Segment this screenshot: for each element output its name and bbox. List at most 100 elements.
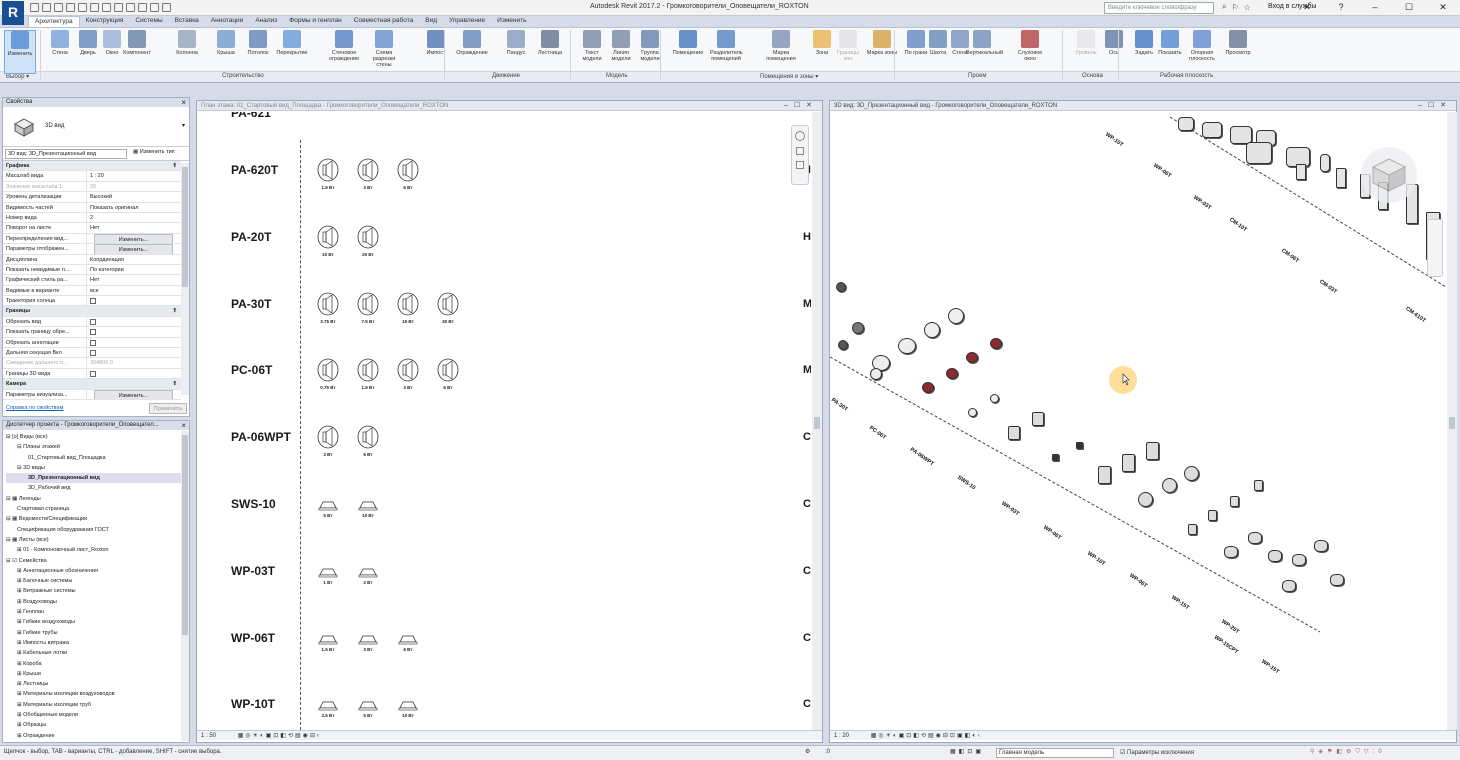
ribbon-button-27[interactable]: Вертикальный <box>966 30 1003 56</box>
horn-speaker[interactable] <box>1330 574 1344 586</box>
property-value[interactable] <box>87 338 181 347</box>
browser-item[interactable]: ⊞ Гибкие воздуховоды <box>6 617 189 627</box>
browser-item[interactable]: ⊞ Ограждение <box>6 731 189 741</box>
property-value[interactable]: Нет <box>87 275 181 284</box>
property-value[interactable]: Высокий <box>87 192 181 201</box>
model-selector[interactable]: Главная модель <box>996 748 1114 758</box>
plan-scale[interactable]: 1 : 50 <box>201 733 216 739</box>
view-control-icons[interactable]: ▦◎☀◐▣⊡◧⟲▤◉⊟‹ <box>238 733 321 739</box>
ribbon-button-34[interactable]: Просмотр <box>1222 30 1254 56</box>
help-icon[interactable]: ? <box>1324 0 1358 14</box>
collapse-icon[interactable]: ⇑ <box>172 379 181 388</box>
property-value[interactable]: Нет <box>87 223 181 232</box>
maximize-button[interactable]: ☐ <box>1392 0 1426 14</box>
ribbon-button-22[interactable]: Границы зон <box>832 30 864 62</box>
speaker-symbol[interactable] <box>357 158 379 182</box>
property-value[interactable] <box>87 296 181 305</box>
ceiling-speaker[interactable] <box>924 322 940 338</box>
box-speaker[interactable] <box>1098 466 1111 484</box>
small-box-speaker[interactable] <box>1254 480 1263 491</box>
column-speaker[interactable] <box>1336 168 1346 188</box>
round-wall-speaker[interactable] <box>1184 466 1199 481</box>
column-speaker[interactable] <box>1178 117 1194 131</box>
thin-lines-icon[interactable] <box>150 3 159 12</box>
property-value[interactable]: Изменить... <box>87 233 181 244</box>
browser-item[interactable]: ⊟ ☑ Семейства <box>6 556 189 566</box>
small-box-speaker[interactable] <box>1230 496 1239 507</box>
tab-0[interactable]: Архитектура <box>28 16 80 27</box>
column-speaker[interactable] <box>1202 122 1222 138</box>
sws-speaker[interactable] <box>1052 454 1059 461</box>
browser-item[interactable]: ⊟ [o] Виды (все) <box>6 432 189 442</box>
ceiling-speaker[interactable] <box>852 322 864 334</box>
ribbon-button-19[interactable]: Разделитель помещений <box>710 30 743 62</box>
browser-item[interactable]: 3D_Презентационный вид <box>6 473 189 484</box>
wall-speaker[interactable] <box>1032 412 1044 426</box>
browser-item[interactable]: ⊞ Кабельные лотки <box>6 648 189 658</box>
property-value[interactable]: Координация <box>87 255 181 264</box>
horn-speaker[interactable] <box>1224 546 1238 558</box>
section-icon[interactable] <box>138 3 147 12</box>
open-icon[interactable] <box>30 3 39 12</box>
view-control-icons[interactable]: ▦◎☀◐▣⊡◧⟲▤◉⊟⊡▣◧◐‹ <box>871 733 982 739</box>
speaker-symbol[interactable] <box>357 634 379 658</box>
speaker-symbol[interactable] <box>357 500 379 524</box>
collapse-icon[interactable]: ⇑ <box>172 306 181 315</box>
3d-view-icon[interactable] <box>126 3 135 12</box>
speaker-symbol[interactable] <box>317 292 339 316</box>
close-button[interactable]: ✕ <box>1426 0 1460 14</box>
close-icon[interactable]: × <box>181 421 186 430</box>
speaker-symbol[interactable] <box>317 567 339 591</box>
undo-icon[interactable] <box>66 3 75 12</box>
speaker-symbol[interactable] <box>317 158 339 182</box>
selection-filter-icons[interactable]: ⚲◈⚑◧⚙⛉▽:0 <box>1310 748 1386 756</box>
round-wall-speaker[interactable] <box>1162 478 1177 493</box>
zoom-region-icon[interactable] <box>796 161 804 169</box>
small-speaker[interactable] <box>990 394 999 403</box>
property-value[interactable] <box>87 317 181 326</box>
star-icon[interactable]: ☆ <box>1244 3 1251 12</box>
red-horn-speaker[interactable] <box>966 352 978 363</box>
ribbon-button-18[interactable]: Помещение <box>672 30 704 56</box>
ribbon-button-15[interactable]: Текст модели <box>576 30 608 62</box>
column-speaker[interactable] <box>1320 154 1330 172</box>
browser-item[interactable]: ⊟ 3D виды <box>6 463 189 473</box>
property-value[interactable]: Изменить... <box>87 244 181 254</box>
browser-item[interactable]: ⊞ Генплан <box>6 607 189 617</box>
property-value[interactable]: По категории <box>87 265 181 274</box>
type-selector[interactable]: 3D вид ▾ <box>3 107 189 147</box>
property-value[interactable]: Показать оригинал <box>87 203 181 212</box>
browser-item[interactable]: ⊟ ▦ Легенды <box>6 494 189 504</box>
ribbon-button-9[interactable]: Стеновое ограждение <box>328 30 360 62</box>
ribbon-button-32[interactable]: Показать <box>1154 30 1186 56</box>
browser-item[interactable]: ⊞ Аннотационные обозначения <box>6 566 189 576</box>
speaker-symbol[interactable] <box>357 292 379 316</box>
browser-item[interactable]: ⊞ Короба <box>6 659 189 669</box>
plan-vertical-scrollbar[interactable] <box>812 112 822 730</box>
ceiling-speaker[interactable] <box>838 340 848 350</box>
speaker-symbol[interactable] <box>357 225 379 249</box>
speaker-symbol[interactable] <box>357 700 379 724</box>
browser-scrollbar[interactable] <box>181 431 189 741</box>
ceiling-speaker[interactable] <box>948 308 964 324</box>
browser-item[interactable]: Спецификация оборудования ГОСТ <box>6 525 189 535</box>
edit-button[interactable]: Изменить... <box>94 233 173 244</box>
property-value[interactable] <box>87 348 181 357</box>
browser-item[interactable]: ⊞ 01 - Компоновочный лист_Roxton <box>6 545 189 555</box>
text-icon[interactable] <box>114 3 123 12</box>
box-speaker[interactable] <box>1146 442 1159 460</box>
column-speaker[interactable] <box>1246 142 1272 164</box>
checkbox[interactable] <box>90 329 96 336</box>
browser-item[interactable]: ⊟ ▦ Листы (все) <box>6 535 189 545</box>
binoculars-icon[interactable]: ⌕ <box>1222 2 1226 12</box>
browser-item[interactable]: ⊞ Балочные системы <box>6 576 189 586</box>
speaker-symbol[interactable] <box>317 358 339 382</box>
property-value[interactable]: 1 : 20 <box>87 171 181 180</box>
print-icon[interactable] <box>90 3 99 12</box>
search-input[interactable]: Введите ключевое слово/фразу <box>1104 2 1214 14</box>
wall-speaker[interactable] <box>1008 426 1020 440</box>
round-wall-speaker[interactable] <box>1138 492 1153 507</box>
ribbon-button-10[interactable]: Схема разрезки стены <box>368 30 400 68</box>
ribbon-button-6[interactable]: Крыша <box>210 30 242 56</box>
window-controls[interactable]: –☐✕ <box>1418 101 1452 109</box>
